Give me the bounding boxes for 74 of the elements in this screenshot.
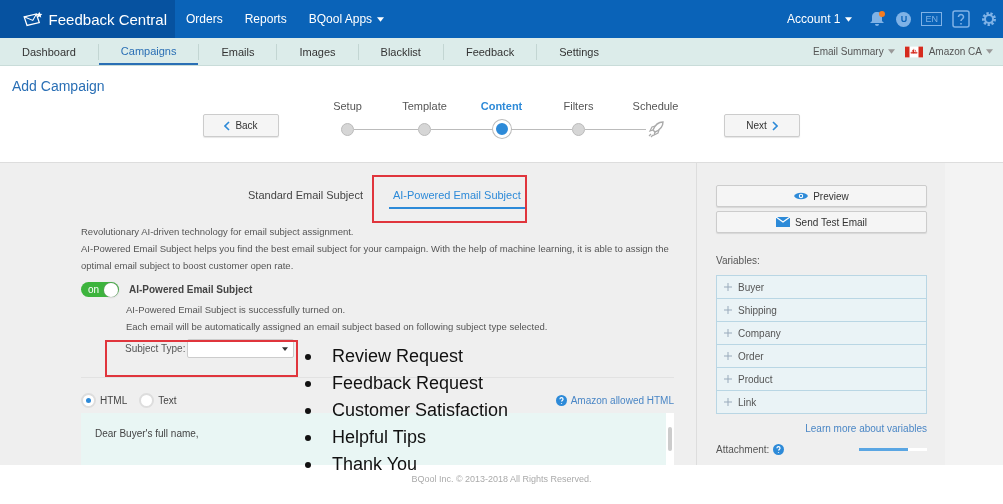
bullet-icon (305, 461, 311, 468)
plus-icon (724, 329, 732, 337)
plus-icon (724, 398, 732, 406)
nav-link[interactable]: Reports (233, 12, 298, 26)
bullet-icon (305, 434, 311, 441)
attachment-label: Attachment: (716, 444, 770, 455)
learn-more-link[interactable]: Learn more about variables (805, 423, 927, 434)
eye-icon (794, 191, 809, 201)
bullet-icon (305, 380, 311, 387)
help-icon (773, 444, 785, 455)
variable-item[interactable]: Order (717, 345, 926, 368)
send-test-email-button[interactable]: Send Test Email (716, 211, 927, 233)
variable-item[interactable]: Company (717, 322, 926, 345)
bullet-icon (305, 407, 311, 414)
account-menu[interactable]: Account 1 (776, 12, 864, 26)
step-dot[interactable] (418, 122, 431, 136)
step-label: Template (402, 100, 447, 112)
format-radio[interactable]: Text (139, 393, 177, 408)
step-dot[interactable] (341, 122, 354, 136)
caret-icon (845, 16, 853, 22)
nav-tab[interactable]: Dashboard (0, 38, 98, 65)
variable-item[interactable]: Shipping (717, 299, 926, 322)
plus-icon (724, 352, 732, 360)
subject-tab[interactable]: Standard Email Subject (244, 189, 367, 209)
back-button[interactable]: Back (203, 114, 279, 137)
step-label: Filters (563, 100, 594, 112)
preview-button[interactable]: Preview (716, 185, 927, 207)
format-radio[interactable]: HTML (81, 393, 128, 408)
nav-link[interactable]: Orders (175, 12, 234, 26)
step-label: Setup (333, 100, 362, 112)
brand-logo[interactable]: Feedback Central (0, 0, 175, 38)
field-label: Subject Type: (125, 343, 186, 354)
radio-icon[interactable] (139, 393, 155, 408)
envelope-icon (775, 217, 790, 227)
subject-type-option: Review Request (332, 346, 464, 367)
settings-icon[interactable] (980, 10, 998, 28)
nav-tab[interactable]: Emails (199, 38, 277, 65)
flag-icon (904, 45, 923, 58)
bullet-icon (305, 353, 311, 360)
next-button[interactable]: Next (724, 114, 800, 137)
step-label: Content (480, 100, 523, 112)
status-text: AI-Powered Email Subject is successfully turned on. (126, 303, 347, 317)
email-summary-menu[interactable]: Email Summary (813, 46, 895, 57)
step-dot[interactable] (572, 122, 585, 136)
nav-tab[interactable]: Settings (537, 38, 621, 65)
intro-text: AI-Powered Email Subject helps you find the best email subject for your campaign. With the help of machine learning, it is able to assign the optimal email subject to boost customer open rate. (81, 242, 670, 273)
help-icon (555, 395, 567, 406)
page-title: Add Campaign (11, 77, 106, 94)
intro-text: Revolutionary AI-driven technology for email subject assignment. (81, 225, 355, 239)
chevron-left-icon (224, 120, 231, 131)
subject-type-option: Helpful Tips (332, 427, 427, 448)
caret-icon (986, 49, 993, 54)
plus-icon (724, 306, 732, 314)
status-text: Each email will be automatically assigned an email subject based on following subject type selected. (126, 320, 549, 334)
variable-item[interactable]: Buyer (717, 276, 926, 299)
toggle-label: AI-Powered Email Subject (129, 284, 253, 295)
variable-item[interactable]: Product (717, 368, 926, 391)
nav-link[interactable]: BQool Apps (297, 12, 396, 26)
variables-label: Variables: (716, 255, 761, 266)
marketplace-menu[interactable]: Amazon CA (928, 46, 993, 57)
nav-tab[interactable]: Feedback (443, 38, 537, 65)
nav-tab[interactable]: Images (277, 38, 358, 65)
step-label: Schedule (632, 100, 679, 112)
radio-icon[interactable] (81, 393, 96, 408)
help-icon[interactable] (952, 10, 970, 28)
variable-item[interactable]: Link (717, 391, 926, 413)
nav-tab[interactable]: Blacklist (358, 38, 443, 65)
plus-icon (724, 283, 732, 291)
subject-type-option: Feedback Request (332, 373, 484, 394)
caret-icon (282, 346, 289, 351)
caret-icon (887, 49, 895, 54)
notification-bell-icon[interactable] (868, 10, 887, 28)
chevron-right-icon (771, 120, 778, 131)
plus-icon (724, 375, 732, 383)
